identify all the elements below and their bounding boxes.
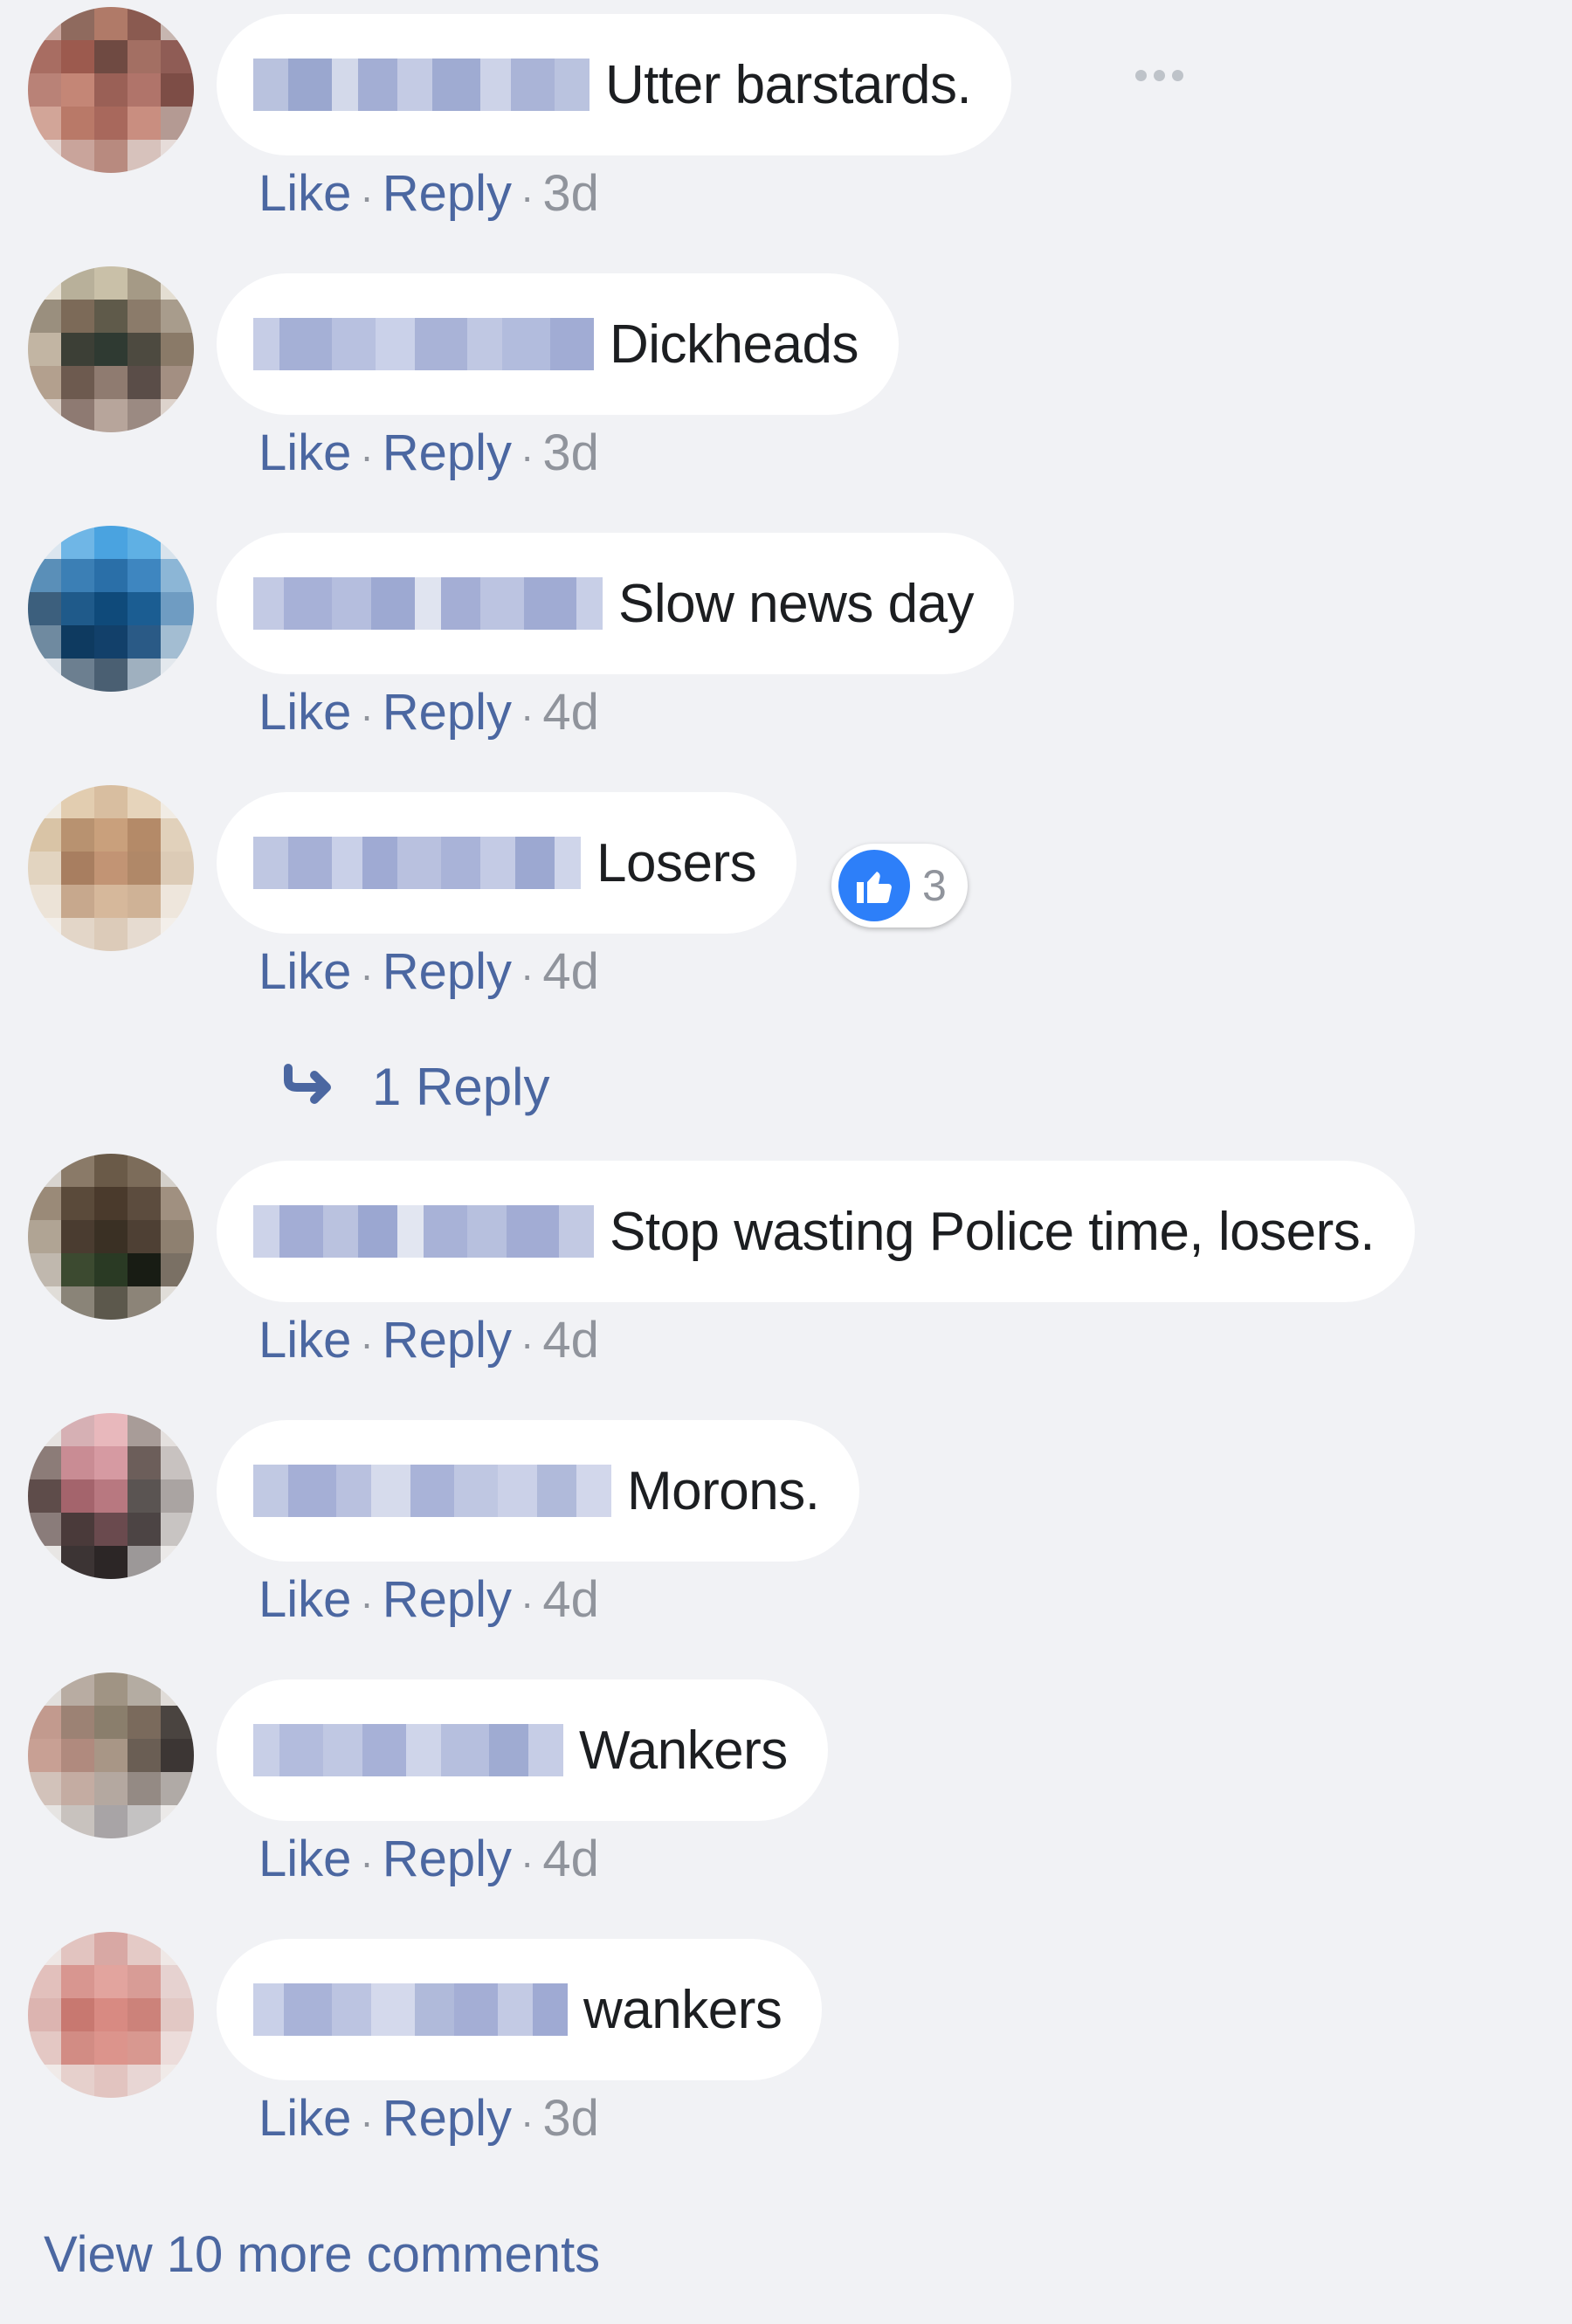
avatar[interactable] — [28, 1413, 194, 1579]
comment-timestamp[interactable]: 4d — [542, 684, 599, 741]
separator: · — [360, 1321, 374, 1366]
author-name-blurred[interactable] — [253, 837, 581, 889]
separator: · — [360, 1839, 374, 1885]
comment-timestamp[interactable]: 3d — [542, 2090, 599, 2147]
comment-bubble: Wankers — [217, 1679, 828, 1821]
reaction-count: 3 — [922, 861, 947, 910]
comment-text: Stop wasting Police time, losers. — [610, 1201, 1376, 1262]
separator: · — [521, 174, 534, 219]
avatar[interactable] — [28, 785, 194, 951]
reply-link[interactable]: Reply — [383, 1312, 512, 1369]
comment-bubble: Slow news day — [217, 533, 1015, 674]
comment-item: Losers Like · Reply · 4d — [0, 778, 1572, 1031]
comment-item: Dickheads Like · Reply · 3d — [0, 259, 1572, 513]
comment-actions: Like · Reply · 4d — [259, 1830, 599, 1888]
like-link[interactable]: Like — [259, 1831, 351, 1887]
comment-actions: Like · Reply · 3d — [259, 164, 599, 223]
separator: · — [521, 433, 534, 479]
avatar[interactable] — [28, 266, 194, 432]
avatar[interactable] — [28, 7, 194, 173]
reply-link[interactable]: Reply — [383, 165, 512, 222]
separator: · — [521, 693, 534, 738]
separator: · — [360, 174, 374, 219]
separator: · — [521, 1839, 534, 1885]
comment-timestamp[interactable]: 4d — [542, 943, 599, 1000]
comment-actions: Like · Reply · 4d — [259, 942, 599, 1001]
separator: · — [521, 952, 534, 997]
comment-timestamp[interactable]: 3d — [542, 165, 599, 222]
reply-arrow-icon — [283, 1063, 337, 1111]
like-link[interactable]: Like — [259, 1312, 351, 1369]
comment-actions: Like · Reply · 3d — [259, 2089, 599, 2148]
avatar[interactable] — [28, 526, 194, 692]
reply-link[interactable]: Reply — [383, 1571, 512, 1628]
comment-item: Stop wasting Police time, losers. Like · R… — [0, 1147, 1572, 1400]
comment-bubble: Losers — [217, 792, 797, 934]
like-link[interactable]: Like — [259, 1571, 351, 1628]
comment-timestamp[interactable]: 4d — [542, 1312, 599, 1369]
comment-item: wankers Like · Reply · 3d — [0, 1925, 1572, 2178]
separator: · — [521, 1321, 534, 1366]
comment-actions: Like · Reply · 4d — [259, 1570, 599, 1629]
like-link[interactable]: Like — [259, 943, 351, 1000]
comment-text: Utter barstards. — [605, 54, 972, 115]
separator: · — [360, 433, 374, 479]
separator: · — [360, 952, 374, 997]
comment-item: Utter barstards. Like · Reply · 3d — [0, 0, 1572, 253]
separator: · — [521, 2099, 534, 2144]
comment-text: Slow news day — [618, 573, 975, 634]
comment-bubble: Stop wasting Police time, losers. — [217, 1161, 1415, 1302]
comment-text: Morons. — [627, 1460, 820, 1521]
reply-link[interactable]: Reply — [383, 1831, 512, 1887]
like-link[interactable]: Like — [259, 684, 351, 741]
comment-text: wankers — [583, 1979, 783, 2040]
comment-bubble: Morons. — [217, 1420, 860, 1562]
reply-link[interactable]: Reply — [383, 2090, 512, 2147]
comment-text: Dickheads — [610, 314, 858, 375]
comment-bubble: wankers — [217, 1939, 823, 2080]
separator: · — [521, 1580, 534, 1625]
separator: · — [360, 693, 374, 738]
thumbs-up-icon — [838, 850, 910, 921]
like-link[interactable]: Like — [259, 424, 351, 481]
comment-timestamp[interactable]: 3d — [542, 424, 599, 481]
reply-link[interactable]: Reply — [383, 684, 512, 741]
view-replies-label: 1 Reply — [372, 1058, 550, 1116]
reaction-badge[interactable]: 3 — [831, 844, 968, 928]
comment-text: Wankers — [579, 1720, 788, 1781]
author-name-blurred[interactable] — [253, 577, 603, 630]
comment-item: Wankers Like · Reply · 4d — [0, 1665, 1572, 1919]
reply-link[interactable]: Reply — [383, 943, 512, 1000]
view-replies-link[interactable]: 1 Reply — [283, 1057, 549, 1117]
comment-bubble: Dickheads — [217, 273, 899, 415]
author-name-blurred[interactable] — [253, 318, 594, 370]
comment-item: Morons. Like · Reply · 4d — [0, 1406, 1572, 1659]
avatar[interactable] — [28, 1932, 194, 2098]
view-more-comments-link[interactable]: View 10 more comments — [44, 2225, 600, 2284]
author-name-blurred[interactable] — [253, 1205, 594, 1258]
author-name-blurred[interactable] — [253, 1983, 568, 2036]
author-name-blurred[interactable] — [253, 1465, 611, 1517]
comment-bubble: Utter barstards. — [217, 14, 1012, 155]
separator: · — [360, 2099, 374, 2144]
comment-actions: Like · Reply · 4d — [259, 683, 599, 741]
comment-timestamp[interactable]: 4d — [542, 1571, 599, 1628]
comment-text: Losers — [596, 832, 757, 893]
comment-timestamp[interactable]: 4d — [542, 1831, 599, 1887]
more-options-icon[interactable] — [1135, 70, 1183, 81]
author-name-blurred[interactable] — [253, 59, 590, 111]
comment-actions: Like · Reply · 3d — [259, 424, 599, 482]
comment-actions: Like · Reply · 4d — [259, 1311, 599, 1369]
reply-link[interactable]: Reply — [383, 424, 512, 481]
separator: · — [360, 1580, 374, 1625]
like-link[interactable]: Like — [259, 2090, 351, 2147]
avatar[interactable] — [28, 1672, 194, 1838]
avatar[interactable] — [28, 1154, 194, 1320]
comment-item: Slow news day Like · Reply · 4d — [0, 519, 1572, 772]
like-link[interactable]: Like — [259, 165, 351, 222]
author-name-blurred[interactable] — [253, 1724, 563, 1776]
